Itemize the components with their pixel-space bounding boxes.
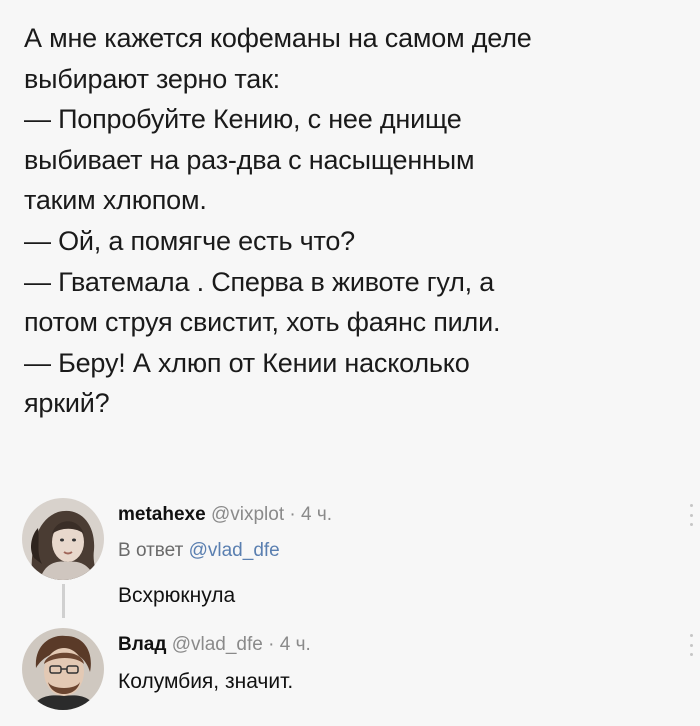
author-handle[interactable]: @vixplot bbox=[211, 504, 284, 525]
reply-text: Колумбия, значит. bbox=[118, 670, 294, 693]
reply-to-prefix: В ответ bbox=[118, 540, 184, 561]
post-line: А мне кажется кофеманы на самом деле bbox=[24, 23, 532, 53]
woman-portrait-avatar-icon bbox=[22, 498, 104, 580]
reply-meta: metahexe @vixplot · 4 ч. bbox=[118, 504, 332, 526]
meta-separator: · bbox=[268, 634, 275, 655]
reply-to-mention[interactable]: @vlad_dfe bbox=[189, 540, 280, 561]
author-name[interactable]: metahexe bbox=[118, 504, 206, 525]
post-line: выбирают зерно так: bbox=[24, 63, 280, 94]
post-line: таким хлюпом. bbox=[24, 185, 207, 216]
post-line: — Беру! А хлюп от Кении насколько bbox=[24, 347, 470, 378]
timestamp[interactable]: 4 ч. bbox=[301, 504, 332, 525]
reply-meta: Влад @vlad_dfe · 4 ч. bbox=[118, 634, 311, 656]
thread-connector bbox=[62, 584, 65, 618]
post-line: — Попробуйте Кению, с нее днище bbox=[24, 104, 462, 135]
reply-to-label: В ответ @vlad_dfe bbox=[118, 540, 280, 562]
post-line: — Гватемала . Сперва в животе гул, а bbox=[24, 266, 495, 297]
timestamp[interactable]: 4 ч. bbox=[280, 634, 311, 655]
meta-separator: · bbox=[289, 504, 296, 525]
author-handle[interactable]: @vlad_dfe bbox=[172, 634, 263, 655]
man-portrait-avatar-icon bbox=[22, 628, 104, 710]
post-line: потом струя свистит, хоть фаянс пили. bbox=[24, 307, 501, 338]
author-name[interactable]: Влад bbox=[118, 634, 166, 655]
post-line: яркий? bbox=[24, 388, 110, 419]
post-text: А мне кажется кофеманы на самом деле выб… bbox=[24, 18, 684, 424]
post-line: — Ой, а помягче есть что? bbox=[24, 225, 355, 256]
post-line: выбивает на раз-два с насыщенным bbox=[24, 144, 475, 175]
reply-text: Всхрюкнула bbox=[118, 584, 236, 607]
avatar[interactable] bbox=[22, 628, 104, 710]
vertical-dots-icon[interactable] bbox=[688, 634, 694, 656]
vertical-dots-icon[interactable] bbox=[688, 504, 694, 526]
avatar[interactable] bbox=[22, 498, 104, 580]
